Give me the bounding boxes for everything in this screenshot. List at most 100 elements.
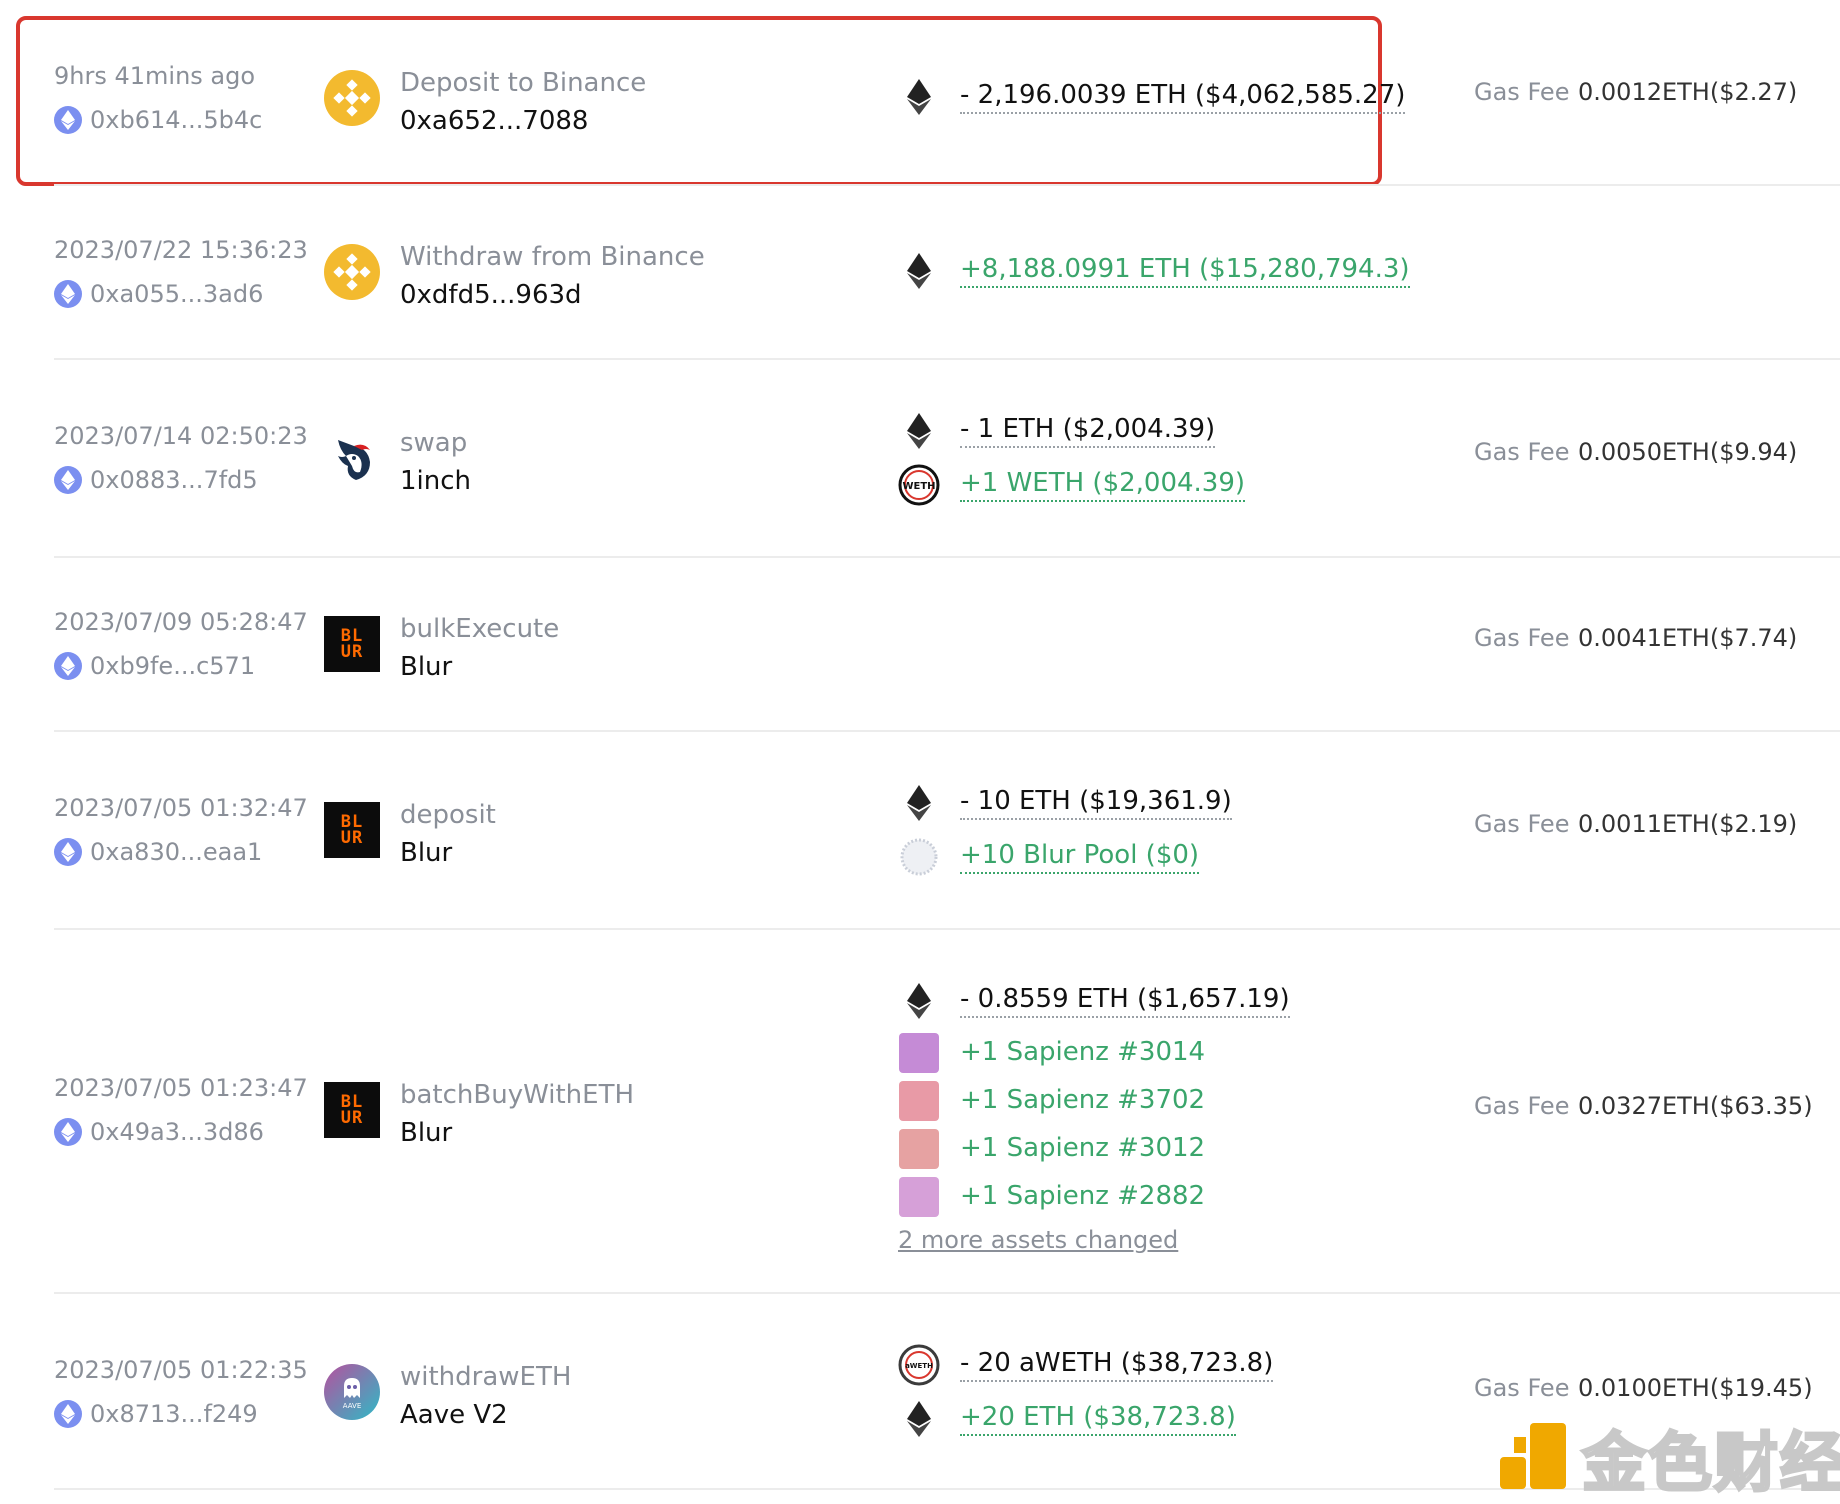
asset-change[interactable]: +1 Sapienz #3014 [898,1032,1205,1074]
gas-fee-value: 0.0100ETH($19.45) [1578,1374,1813,1402]
watermark-logo-icon [1500,1423,1566,1493]
tx-protocol-link[interactable]: 0xa652...7088 [400,106,588,136]
eth-icon [898,410,940,452]
gas-fee-label: Gas Fee [1474,624,1570,652]
weth-label: WETH [902,481,935,492]
tx-method: deposit [400,800,496,830]
blur-logo-icon: BL UR [324,1082,380,1138]
tx-protocol-link[interactable]: Blur [400,652,452,682]
ethereum-chain-icon [54,1118,82,1146]
tx-hash-link[interactable]: 0xa055...3ad6 [54,280,263,308]
watermark: 金色财经 [1500,1412,1840,1504]
aweth-icon: aWETH [898,1344,940,1386]
row-divider [54,730,1840,732]
gas-fee-label: Gas Fee [1474,1374,1570,1402]
asset-change[interactable]: +1 Sapienz #3702 [898,1080,1205,1122]
tx-protocol-link[interactable]: Blur [400,838,452,868]
more-assets-link[interactable]: 2 more assets changed [898,1226,1178,1254]
asset-change[interactable]: - 1 ETH ($2,004.39) [898,410,1216,452]
row-divider [54,184,1840,186]
tx-method: bulkExecute [400,614,560,644]
gas-fee-label: Gas Fee [1474,1092,1570,1120]
asset-amount: +10 Blur Pool ($0) [960,840,1200,874]
asset-change[interactable]: +10 Blur Pool ($0) [898,836,1200,878]
tx-hash: 0xb9fe...c571 [90,652,256,680]
tx-hash: 0xa055...3ad6 [90,280,264,308]
blur-logo-text: UR [340,828,364,848]
tx-time: 2023/07/05 01:22:35 [54,1356,308,1384]
tx-time: 2023/07/09 05:28:47 [54,608,308,636]
eth-icon [898,250,940,292]
ethereum-chain-icon [54,466,82,494]
tx-protocol-link[interactable]: Blur [400,1118,452,1148]
aave-logo-text: AAVE [343,1402,362,1410]
tx-hash: 0x8713...f249 [90,1400,258,1428]
1inch-unicorn-logo-icon [324,430,380,486]
nft-icon [898,1032,940,1074]
gas-fee-label: Gas Fee [1474,810,1570,838]
tx-hash: 0x49a3...3d86 [90,1118,264,1146]
asset-amount: +1 Sapienz #3702 [960,1085,1206,1115]
nft-icon [898,1128,940,1170]
watermark-text: 金色财经 [1581,1426,1840,1503]
tx-hash: 0xb614...5b4c [90,106,263,134]
row-divider [54,556,1840,558]
tx-protocol-link[interactable]: 1inch [400,466,471,496]
tx-hash-link[interactable]: 0xa830...eaa1 [54,838,262,866]
gas-fee-value: 0.0050ETH($9.94) [1578,438,1798,466]
blur-logo-text: UR [340,642,364,662]
tx-hash-link[interactable]: 0x0883...7fd5 [54,466,258,494]
gas-fee-value: 0.0011ETH($2.19) [1578,810,1798,838]
asset-amount: +1 Sapienz #3014 [960,1037,1206,1067]
aweth-label: aWETH [905,1362,933,1370]
asset-change[interactable]: WETH +1 WETH ($2,004.39) [898,464,1246,506]
tx-method: Withdraw from Binance [400,242,705,272]
asset-amount: - 1 ETH ($2,004.39) [960,414,1216,448]
tx-hash-link[interactable]: 0xb614...5b4c [54,106,262,134]
ethereum-chain-icon [54,106,82,134]
asset-change[interactable]: +8,188.0991 ETH ($15,280,794.3) [898,250,1410,292]
row-divider [54,1292,1840,1294]
tx-time: 2023/07/05 01:23:47 [54,1074,308,1102]
asset-change[interactable]: - 2,196.0039 ETH ($4,062,585.27) [898,76,1406,118]
weth-icon: WETH [898,464,940,506]
tx-hash-link[interactable]: 0x49a3...3d86 [54,1118,264,1146]
nft-icon [898,1080,940,1122]
row-divider [54,928,1840,930]
asset-change[interactable]: +1 Sapienz #2882 [898,1176,1205,1218]
tx-hash-link[interactable]: 0xb9fe...c571 [54,652,255,680]
nft-icon [898,1176,940,1218]
ethereum-chain-icon [54,652,82,680]
asset-amount: +8,188.0991 ETH ($15,280,794.3) [960,254,1410,288]
tx-time: 2023/07/14 02:50:23 [54,422,308,450]
gas-fee-label: Gas Fee [1474,78,1570,106]
asset-amount: +1 Sapienz #2882 [960,1181,1206,1211]
asset-amount: - 10 ETH ($19,361.9) [960,786,1232,820]
asset-change[interactable]: - 10 ETH ($19,361.9) [898,782,1232,824]
eth-icon [898,782,940,824]
tx-time: 2023/07/05 01:32:47 [54,794,308,822]
blur-logo-icon: BL UR [324,802,380,858]
asset-amount: - 0.8559 ETH ($1,657.19) [960,984,1290,1018]
asset-amount: +1 Sapienz #3012 [960,1133,1206,1163]
asset-amount: +1 WETH ($2,004.39) [960,468,1246,502]
eth-icon [898,1398,940,1440]
tx-hash-link[interactable]: 0x8713...f249 [54,1400,258,1428]
ethereum-chain-icon [54,280,82,308]
asset-amount: - 2,196.0039 ETH ($4,062,585.27) [960,80,1406,114]
tx-protocol-link[interactable]: 0xdfd5...963d [400,280,582,310]
blur-pool-icon [898,836,940,878]
asset-change[interactable]: +1 Sapienz #3012 [898,1128,1205,1170]
asset-change[interactable]: aWETH - 20 aWETH ($38,723.8) [898,1344,1274,1386]
blur-logo-text: UR [340,1108,364,1128]
gas-fee-value: 0.0327ETH($63.35) [1578,1092,1813,1120]
asset-amount: - 20 aWETH ($38,723.8) [960,1348,1274,1382]
gas-fee-label: Gas Fee [1474,438,1570,466]
tx-protocol-link[interactable]: Aave V2 [400,1400,508,1430]
tx-hash: 0xa830...eaa1 [90,838,263,866]
asset-change[interactable]: +20 ETH ($38,723.8) [898,1398,1236,1440]
binance-logo-icon [324,70,380,126]
asset-change[interactable]: - 0.8559 ETH ($1,657.19) [898,980,1290,1022]
tx-hash: 0x0883...7fd5 [90,466,258,494]
gas-fee-value: 0.0041ETH($7.74) [1578,624,1798,652]
